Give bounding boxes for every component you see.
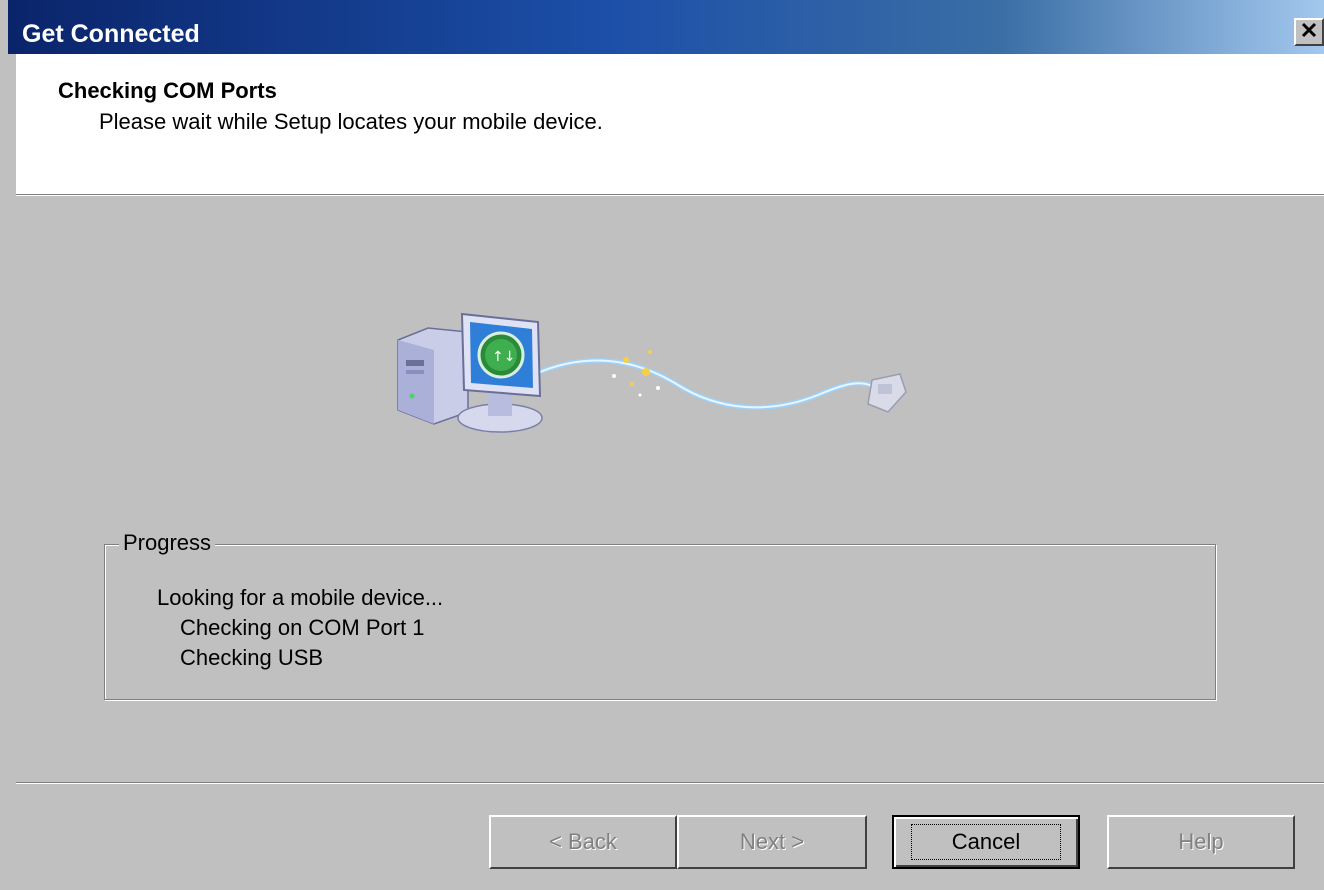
next-button[interactable]: Next > bbox=[677, 815, 867, 869]
header-divider-highlight bbox=[16, 195, 1324, 196]
window-title: Get Connected bbox=[22, 20, 200, 48]
page-title: Checking COM Ports bbox=[58, 78, 277, 103]
computer-connecting-to-device-illustration: ↑↓ bbox=[388, 300, 928, 450]
cancel-button-label: Cancel bbox=[910, 824, 1062, 860]
progress-line-looking: Looking for a mobile device... bbox=[157, 585, 444, 610]
progress-line-usb: Checking USB bbox=[180, 645, 324, 670]
svg-text:↑↓: ↑↓ bbox=[492, 349, 515, 365]
close-icon bbox=[1300, 22, 1318, 43]
title-bar[interactable]: Get Connected bbox=[8, 0, 1324, 54]
help-button[interactable]: Help bbox=[1107, 815, 1295, 869]
get-connected-dialog: Get Connected Checking COM Ports Please … bbox=[0, 0, 1324, 890]
help-button-label: Help bbox=[1178, 829, 1224, 854]
back-button-label: < Back bbox=[549, 829, 617, 854]
page-subtitle: Please wait while Setup locates your mob… bbox=[99, 109, 603, 134]
back-button[interactable]: < Back bbox=[489, 815, 677, 869]
header-panel: Checking COM Ports Please wait while Set… bbox=[16, 54, 1324, 194]
close-button[interactable] bbox=[1294, 18, 1324, 46]
footer-divider-highlight bbox=[16, 783, 1324, 784]
cancel-button[interactable]: Cancel bbox=[892, 815, 1080, 869]
progress-line-com-port: Checking on COM Port 1 bbox=[180, 615, 425, 640]
progress-groupbox: Progress Looking for a mobile device... … bbox=[104, 530, 1216, 700]
next-button-label: Next > bbox=[739, 829, 805, 854]
progress-group-label: Progress bbox=[119, 530, 216, 556]
